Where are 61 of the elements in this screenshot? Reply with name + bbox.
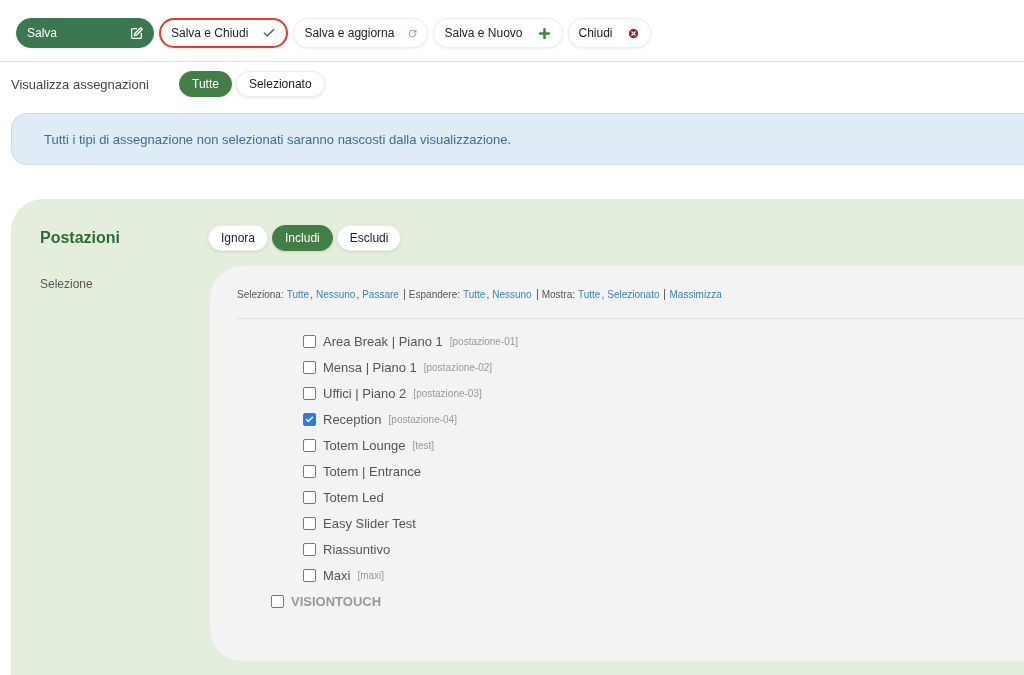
tree-item-label[interactable]: Totem Led <box>323 489 384 505</box>
checkbox[interactable] <box>303 542 316 556</box>
action-label: Mostra: <box>541 289 575 300</box>
checkbox[interactable] <box>303 438 316 452</box>
action-link[interactable]: Selezionato <box>607 289 660 300</box>
toolbar-button[interactable]: Chiudi <box>567 18 651 48</box>
action-link[interactable]: Nessuno <box>492 289 532 300</box>
checkbox[interactable] <box>303 568 316 582</box>
action-link[interactable]: Nessuno <box>315 289 356 300</box>
item-code: [postazione-03] <box>413 387 482 399</box>
mode-option[interactable]: Includi <box>272 225 333 251</box>
tree-item-label[interactable]: Maxi <box>323 567 351 583</box>
tree-item-label[interactable]: Area Break | Piano 1 <box>323 333 443 349</box>
toolbar-button[interactable]: Salva e Nuovo <box>433 18 563 48</box>
checkbox[interactable] <box>271 594 284 608</box>
item-code: [postazione-02] <box>423 361 493 373</box>
action-label: Espandere: <box>408 289 460 300</box>
checkbox[interactable] <box>303 334 316 348</box>
check-icon <box>262 26 277 40</box>
checkbox[interactable] <box>303 360 316 374</box>
action-link[interactable]: Tutte <box>286 289 310 300</box>
comma-separator: , <box>486 289 490 300</box>
comma-separator: , <box>356 289 360 300</box>
section-title: Postazioni <box>40 229 121 247</box>
comma-separator: , <box>601 289 605 300</box>
tree-item-label[interactable]: Riassuntivo <box>323 541 391 557</box>
action-link[interactable]: Passare <box>362 289 399 300</box>
mode-option[interactable]: Ignora <box>208 225 269 251</box>
checkbox[interactable] <box>303 386 316 400</box>
item-code: [test] <box>412 439 435 451</box>
checkbox[interactable] <box>303 412 316 426</box>
tree-item-label[interactable]: Totem Lounge <box>323 437 406 453</box>
toolbar-button[interactable]: Salva e Chiudi <box>159 18 289 48</box>
tree-item-label[interactable]: Mensa | Piano 1 <box>323 359 417 375</box>
toolbar-button[interactable]: Salva e aggiorna <box>293 18 429 48</box>
tree-item-label[interactable]: Easy Slider Test <box>323 515 416 531</box>
field-label: Selezione <box>40 277 94 293</box>
action-label: Seleziona: <box>237 289 284 300</box>
checkbox[interactable] <box>303 490 316 504</box>
tree-item-label[interactable]: Reception <box>323 411 382 427</box>
refresh-icon <box>408 28 418 38</box>
plus-icon <box>536 25 552 41</box>
field-label: Visualizza assegnazioni <box>11 76 150 92</box>
item-code: [postazione-01] <box>449 335 519 347</box>
action-link[interactable]: Tutte <box>463 289 486 300</box>
action-link[interactable]: Tutte <box>578 289 601 300</box>
item-code: [maxi] <box>357 569 385 581</box>
action-link[interactable]: Massimizza <box>669 289 722 300</box>
toggle-option[interactable]: Tutte <box>179 71 232 97</box>
info-banner: Tutti i tipi di assegnazione non selezionati saranno nascosti dalla visualizzazione. <box>11 113 1024 165</box>
checkbox[interactable] <box>303 464 316 478</box>
close-icon <box>626 26 640 40</box>
edit-icon <box>130 26 143 40</box>
mode-option[interactable]: Escludi <box>336 225 402 251</box>
toolbar-button[interactable]: Salva <box>16 18 154 48</box>
checkbox[interactable] <box>303 516 316 530</box>
item-code: [postazione-04] <box>388 413 457 425</box>
comma-separator: , <box>310 289 313 300</box>
toggle-option[interactable]: Selezionato <box>235 71 325 97</box>
tree-item-label[interactable]: Uffici | Piano 2 <box>323 385 407 401</box>
tree-item-label[interactable]: Totem | Entrance <box>323 463 422 479</box>
